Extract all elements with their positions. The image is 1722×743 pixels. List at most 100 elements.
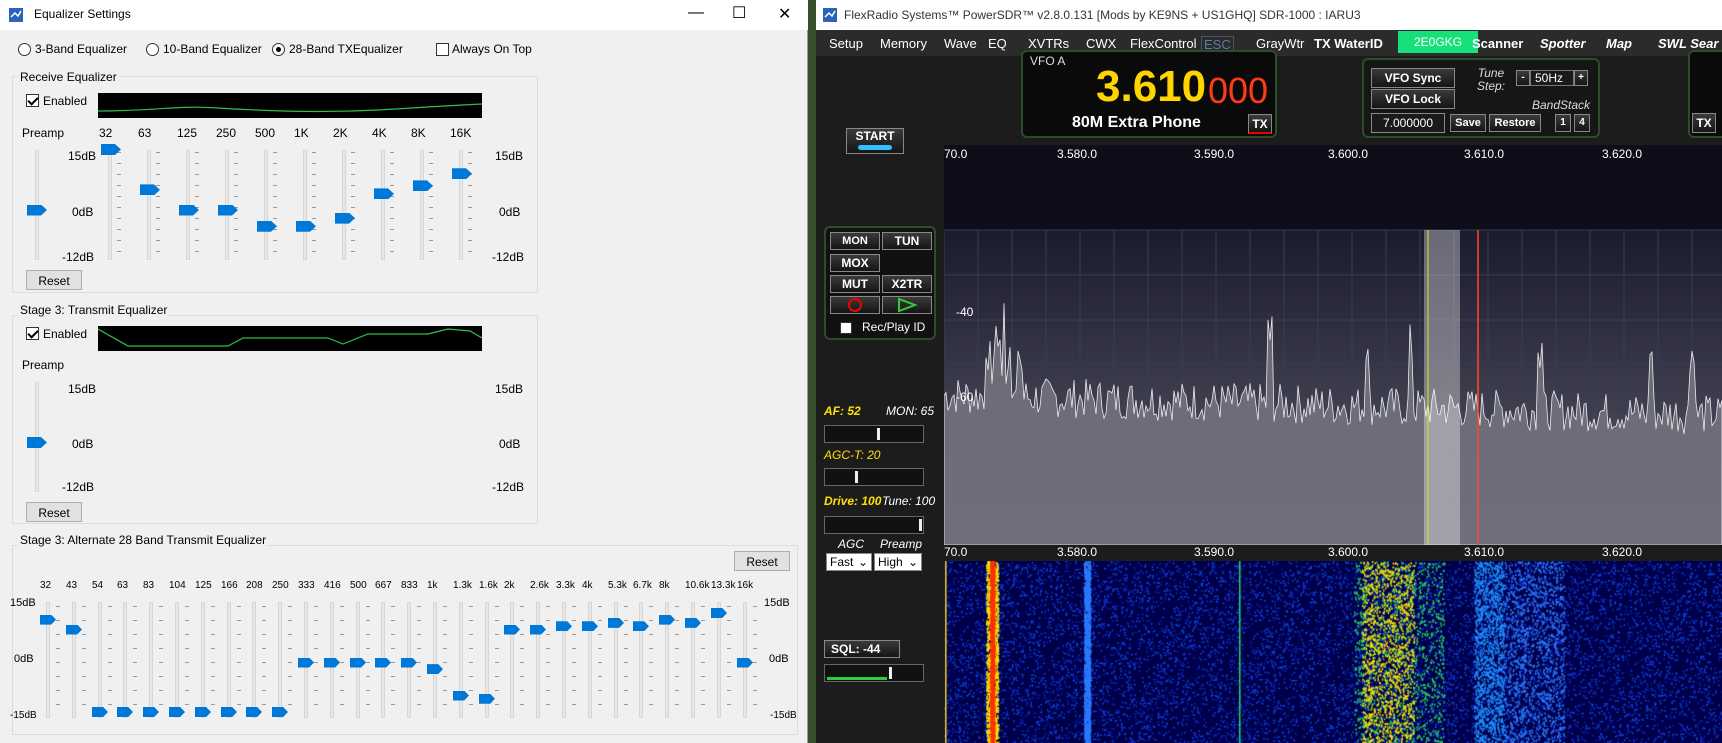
stage3-reset-button[interactable]: Reset <box>26 502 82 522</box>
receive-band-label: 1K <box>294 126 309 140</box>
receive-band-tick <box>117 251 121 252</box>
bandstack-4-button[interactable]: 4 <box>1574 114 1590 132</box>
receive-band-label: 2K <box>333 126 348 140</box>
always-on-top-checkbox[interactable] <box>436 43 449 56</box>
bandstack-restore-button[interactable]: Restore <box>1489 114 1541 132</box>
alt28-band-tick <box>495 634 499 635</box>
minimize-button[interactable]: — <box>688 4 704 22</box>
alt28-band-label: 166 <box>221 580 238 591</box>
alt28-band-tick <box>211 704 215 705</box>
maximize-button[interactable]: ☐ <box>732 3 746 23</box>
menu-item-bold[interactable]: SWL Sear <box>1658 36 1718 51</box>
vfo-sync-button[interactable]: VFO Sync <box>1371 68 1455 88</box>
menu-item-bold[interactable]: 2E0GKG <box>1398 31 1479 53</box>
agc-select[interactable]: Fast ⌄ <box>826 553 872 571</box>
menu-item[interactable]: CWX <box>1086 36 1116 51</box>
alt28-band-tick <box>520 676 524 677</box>
sdr-app-icon <box>823 8 837 22</box>
alt28-band-tick <box>727 620 731 621</box>
receive-band-tick <box>117 240 121 241</box>
equalizer-window: Equalizer Settings — ☐ ✕ 3-Band Equalize… <box>0 0 808 743</box>
mon-button[interactable]: MON <box>830 232 880 250</box>
vfo-a-frequency-sub[interactable]: 000 <box>1208 70 1268 112</box>
record-button[interactable] <box>830 296 880 314</box>
alt28-band-tick <box>495 676 499 677</box>
bandstack-save-button[interactable]: Save <box>1450 114 1486 132</box>
stage3-eq-curve <box>97 326 483 351</box>
sql-button[interactable]: SQL: -44 <box>824 640 900 658</box>
menu-item-bold[interactable]: Spotter <box>1540 36 1586 51</box>
alt28-band-label: 667 <box>375 580 392 591</box>
alt28-band-tick <box>262 620 266 621</box>
alt28-band-tick <box>727 676 731 677</box>
radio-3-band[interactable] <box>18 43 31 56</box>
receive-reset-button[interactable]: Reset <box>26 270 82 290</box>
x2tr-button[interactable]: X2TR <box>882 275 932 293</box>
alt28-band-tick <box>598 704 602 705</box>
close-button[interactable]: ✕ <box>778 4 791 24</box>
mox-button[interactable]: MOX <box>830 254 880 272</box>
vfo-a-frequency[interactable]: 3.610 <box>1096 62 1206 112</box>
receive-band-tick <box>468 251 472 252</box>
alt28-band-tick <box>520 606 524 607</box>
radio-28-band[interactable] <box>272 43 285 56</box>
menu-item-bold[interactable]: Map <box>1606 36 1632 51</box>
receive-enabled-checkbox[interactable] <box>26 94 39 107</box>
menu-item[interactable]: FlexControl <box>1130 36 1196 51</box>
tune-step-plus[interactable]: + <box>1574 70 1588 86</box>
window-title: Equalizer Settings <box>34 7 131 21</box>
preamp-select[interactable]: High ⌄ <box>874 553 922 571</box>
receive-band-tick <box>234 163 238 164</box>
menu-item-bold[interactable]: Scanner <box>1472 36 1523 51</box>
alt28-band-tick <box>753 648 757 649</box>
menu-item[interactable]: XVTRs <box>1028 36 1069 51</box>
tune-step-minus[interactable]: - <box>1516 70 1530 86</box>
alt28-band-tick <box>469 648 473 649</box>
receive-band-tick <box>117 196 121 197</box>
bandstack-freq[interactable]: 7.000000 <box>1371 113 1445 133</box>
freq-tick-top: 3.620.0 <box>1602 147 1643 161</box>
receive-band-label: 125 <box>177 126 198 140</box>
sql-slider[interactable] <box>824 664 924 682</box>
alt28-band-tick <box>546 634 550 635</box>
receive-band-label: 16K <box>450 126 472 140</box>
start-button[interactable]: START <box>846 128 904 154</box>
stage3-enabled-checkbox[interactable] <box>26 327 39 340</box>
drive-slider[interactable] <box>824 516 924 534</box>
menu-item[interactable]: EQ <box>988 36 1007 51</box>
menu-item[interactable]: Wave <box>944 36 977 51</box>
receive-band-tick <box>429 251 433 252</box>
agct-slider[interactable] <box>824 468 924 486</box>
alt28-band-tick <box>288 676 292 677</box>
stage3-db-top-right: 15dB <box>495 382 524 396</box>
rec-play-id-checkbox[interactable] <box>840 322 852 334</box>
receive-band-tick <box>468 229 472 230</box>
vfo-lock-button[interactable]: VFO Lock <box>1371 89 1455 109</box>
tun-button[interactable]: TUN <box>882 232 932 250</box>
waterfall[interactable] <box>944 561 1722 743</box>
radio-10-band[interactable] <box>146 43 159 56</box>
alt28-band-tick <box>82 690 86 691</box>
menu-item[interactable]: Memory <box>880 36 927 51</box>
play-button[interactable] <box>882 296 932 314</box>
tune-step-value[interactable]: 50Hz <box>1530 70 1574 86</box>
alt28-band-tick <box>624 634 628 635</box>
drive-label: Drive: 100 <box>824 494 882 508</box>
sdr-window-title: FlexRadio Systems™ PowerSDR™ v2.8.0.131 … <box>844 8 1361 22</box>
vfo-b-tx-button[interactable]: TX <box>1692 113 1716 133</box>
receive-band-label: 500 <box>255 126 276 140</box>
alt28-band-tick <box>133 634 137 635</box>
receive-band-tick <box>351 240 355 241</box>
menu-item[interactable]: Setup <box>829 36 863 51</box>
af-slider[interactable] <box>824 425 924 443</box>
bandstack-1-button[interactable]: 1 <box>1555 114 1571 132</box>
alt28-band-tick <box>391 648 395 649</box>
mut-button[interactable]: MUT <box>830 275 880 293</box>
alt28-band-tick <box>185 620 189 621</box>
vfo-a-tx-button[interactable]: TX <box>1248 114 1272 134</box>
alt28-reset-button[interactable]: Reset <box>734 551 790 571</box>
receive-band-track <box>381 150 385 260</box>
menu-item[interactable]: GrayWtr <box>1256 36 1304 51</box>
menu-item-bold[interactable]: TX WaterID <box>1314 36 1383 51</box>
receive-band-tick <box>156 207 160 208</box>
